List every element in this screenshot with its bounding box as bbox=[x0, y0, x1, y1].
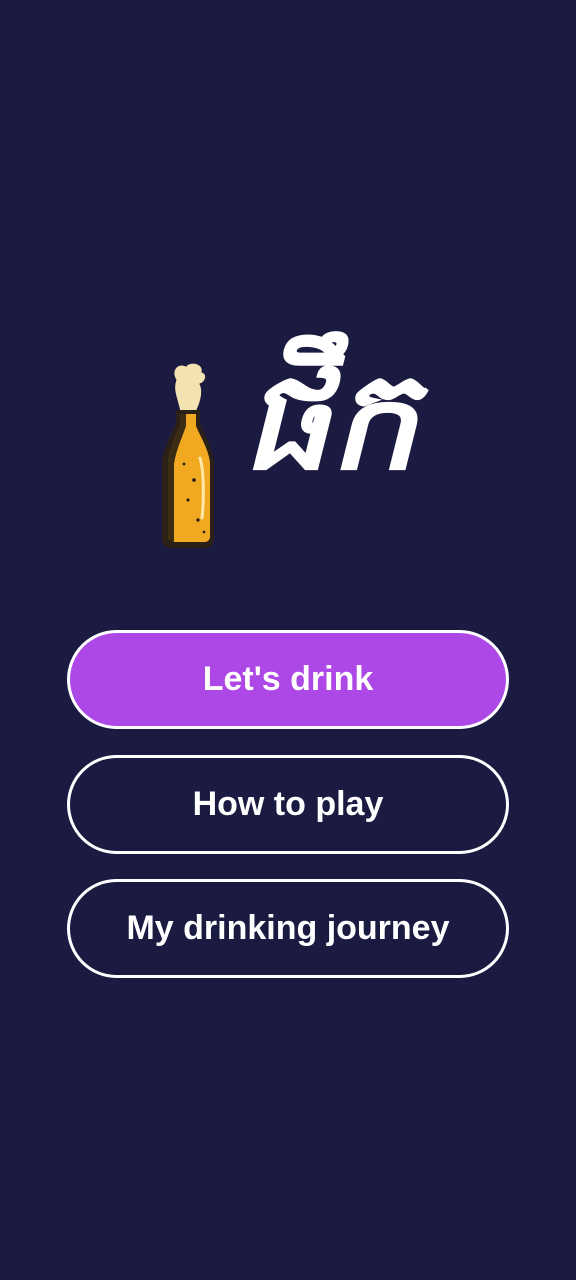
app-logo-text: ផឹក bbox=[242, 340, 418, 501]
beer-bottle-icon bbox=[162, 362, 214, 548]
lets-drink-button[interactable]: Let's drink bbox=[67, 630, 509, 729]
how-to-play-button[interactable]: How to play bbox=[67, 755, 509, 854]
my-drinking-journey-button[interactable]: My drinking journey bbox=[67, 879, 509, 978]
app-logo: ផឹក bbox=[160, 352, 450, 550]
home-screen: { "app": { "logo_text": "ផឹក" }, "menu":… bbox=[0, 0, 576, 1280]
